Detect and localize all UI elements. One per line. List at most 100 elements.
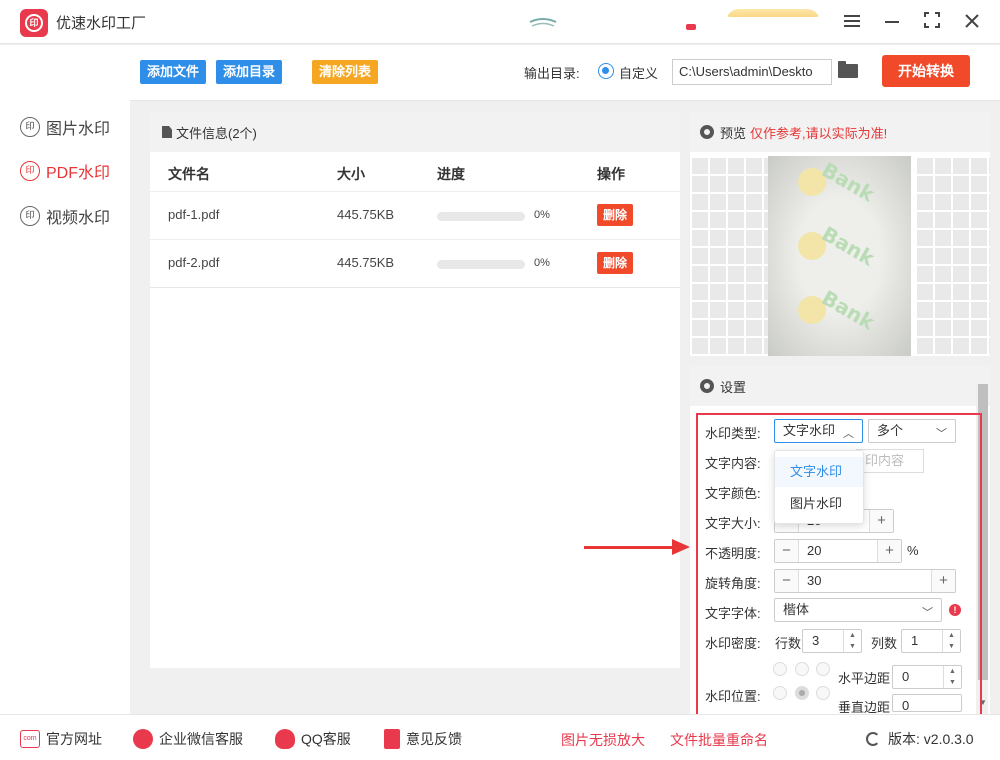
watermark-type-value: 文字水印 [783,423,836,438]
image-upscale-link[interactable]: 图片无损放大 [561,730,645,750]
start-convert-button[interactable]: 开始转换 [882,55,970,87]
promo-banner[interactable] [726,9,820,17]
horizontal-margin-spinner[interactable]: 0 ▲ ▼ [892,665,962,689]
watermark-type-select[interactable]: 文字水印 ︿ [774,419,863,443]
sidebar-item-label: 图片水印 [46,121,111,138]
add-directory-button[interactable]: 添加目录 [216,60,283,84]
settings-header: 设置 [690,366,990,406]
wechat-icon [133,729,153,749]
rows-value: 3 [812,633,820,648]
qq-label: QQ客服 [301,731,351,747]
minimize-icon[interactable] [880,10,904,34]
text-content-input[interactable]: 印内容 [856,449,924,473]
vertical-margin-spinner[interactable]: 0 [892,694,962,712]
rotation-stepper[interactable]: − 30 + [774,569,956,593]
horizontal-margin-value: 0 [902,669,910,684]
column-header-progress: 进度 [437,166,465,182]
file-size: 445.75KB [337,207,395,222]
position-dot[interactable] [773,662,787,676]
scrollbar-thumb[interactable] [978,384,988,680]
delete-button[interactable]: 删除 [597,252,634,274]
wechat-label: 企业微信客服 [159,731,243,747]
custom-radio[interactable] [598,63,614,79]
menu-icon[interactable] [840,10,864,34]
website-icon: com [20,730,40,748]
spin-arrows-icon[interactable]: ▲ ▼ [843,630,861,652]
watermark-type-label: 水印类型: [705,426,761,441]
rows-spinner[interactable]: 3 ▲ ▼ [802,629,862,653]
progress-percent: 0% [534,209,550,221]
annotation-arrow-head [672,539,690,555]
sidebar-item-video-watermark[interactable]: 印 视频水印 [20,204,110,228]
qq-service-link[interactable]: QQ客服 [275,729,351,749]
column-header-action: 操作 [597,166,625,182]
delete-button[interactable]: 删除 [597,204,634,226]
cols-value: 1 [911,633,919,648]
app-logo: 印 [20,9,48,37]
chevron-down-icon: ﹀ [936,428,947,440]
folder-icon[interactable] [838,61,858,78]
row-divider [150,287,680,288]
cols-spinner[interactable]: 1 ▲ ▼ [901,629,961,653]
horizontal-margin-label: 水平边距 [838,671,891,686]
preview-background-left [690,156,768,356]
opacity-stepper[interactable]: − 20 + [774,539,902,563]
position-label: 水印位置: [705,689,761,704]
progress-bar [437,260,525,269]
sidebar-item-pdf-watermark[interactable]: 印 PDF水印 [20,159,110,183]
increase-button[interactable]: + [931,570,955,592]
footer: com 官方网址 企业微信客服 QQ客服 意见反馈 图片无损放大 文件批量重命名… [0,714,1000,760]
rotation-label: 旋转角度: [705,576,761,591]
spin-arrows-icon[interactable]: ▲ ▼ [942,630,960,652]
watermark-mark: Bank [798,158,898,206]
scroll-down-icon[interactable]: ▼ [978,698,988,708]
sidebar-item-label: 视频水印 [46,210,111,227]
increase-button[interactable]: + [869,510,893,532]
column-header-name: 文件名 [168,166,210,182]
add-file-button[interactable]: 添加文件 [140,60,207,84]
font-label: 文字字体: [705,606,761,621]
preview-panel: 预览 仅作参考,请以实际为准! Bank Bank Bank [690,112,990,356]
file-name: pdf-1.pdf [168,207,220,222]
opacity-label: 不透明度: [705,546,761,561]
position-dot[interactable] [795,662,809,676]
decrease-button[interactable]: − [775,540,799,562]
close-icon[interactable] [960,10,984,34]
position-dot[interactable] [773,686,787,700]
density-label: 水印密度: [705,636,761,651]
watermark-text: Bank [817,285,879,335]
spin-arrows-icon[interactable]: ▲ ▼ [943,666,961,688]
watermark-type-dropdown: 文字水印 图片水印 [774,450,864,524]
font-value: 楷体 [783,602,810,617]
rows-label: 行数 [775,636,802,651]
file-list-panel: 文件信息(2个) 文件名 大小 进度 操作 pdf-1.pdf 445.75KB… [150,112,680,668]
increase-button[interactable]: + [877,540,901,562]
watermark-count-select[interactable]: 多个 ﹀ [868,419,956,443]
notification-icon[interactable] [686,24,696,30]
output-path-input[interactable]: C:\Users\admin\Deskto [672,59,832,85]
clear-list-button[interactable]: 清除列表 [312,60,379,84]
dropdown-option-image-watermark[interactable]: 图片水印 [775,489,863,519]
maximize-icon[interactable] [920,10,944,34]
refresh-icon[interactable] [866,732,880,746]
watermark-icon: 印 [20,117,40,137]
position-dot-selected[interactable] [795,686,809,700]
table-row: pdf-1.pdf 445.75KB 0% 删除 [150,191,680,239]
feedback-label: 意见反馈 [406,731,462,747]
batch-rename-link[interactable]: 文件批量重命名 [670,730,768,750]
sidebar: 印 图片水印 印 PDF水印 印 视频水印 [0,45,130,714]
vertical-margin-value: 0 [902,698,910,712]
position-dot[interactable] [816,686,830,700]
website-link[interactable]: com 官方网址 [20,729,102,749]
dropdown-option-text-watermark[interactable]: 文字水印 [775,457,863,487]
sidebar-item-image-watermark[interactable]: 印 图片水印 [20,115,110,139]
wechat-service-link[interactable]: 企业微信客服 [133,729,243,749]
font-select[interactable]: 楷体 ﹀ [774,598,942,622]
decrease-button[interactable]: − [775,570,799,592]
position-dot[interactable] [816,662,830,676]
sidebar-item-label: PDF水印 [46,165,111,182]
chevron-up-icon: ︿ [843,428,854,440]
feedback-link[interactable]: 意见反馈 [384,729,462,749]
file-list-title: 文件信息(2个) [176,125,257,141]
custom-radio-label[interactable]: 自定义 [619,63,658,82]
